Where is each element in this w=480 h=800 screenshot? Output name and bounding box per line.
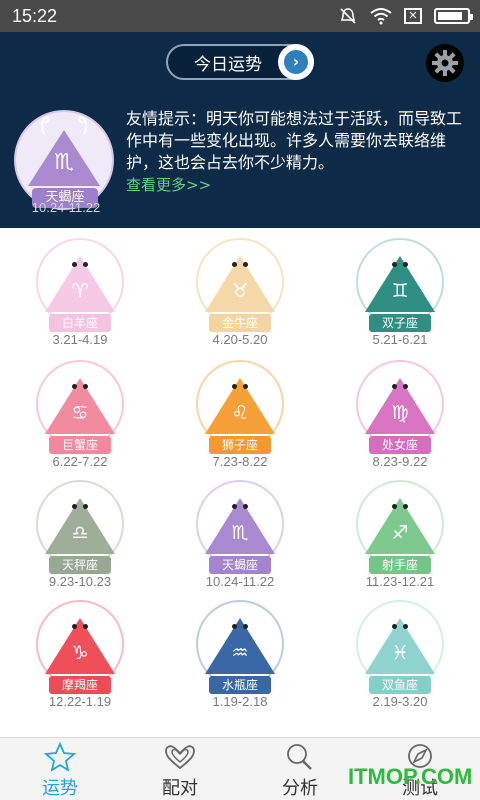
zodiac-face [68,382,92,392]
featured-sign-dates: 10.24-11.22 [31,200,101,215]
hearts-icon [165,745,195,770]
today-fortune-label: 今日运势 [194,54,262,75]
zodiac-glyph: ♉ [231,280,249,302]
zodiac-dates: 3.21-4.19 [52,332,108,347]
zodiac-name: 处女座 [369,436,431,454]
settings-button[interactable] [426,44,464,82]
zodiac-dates: 9.23-10.23 [48,574,112,589]
header-panel: 今日运势 › ♏ 天蝎座 10.24-11.22 友情提示：明天你可能想法过于活… [0,32,480,228]
zodiac-cell[interactable]: ♌ 狮子座 7.23-8.22 [185,356,295,476]
zodiac-dates: 5.21-6.21 [372,332,428,347]
zodiac-cell[interactable]: ♎ 天秤座 9.23-10.23 [25,476,135,596]
zodiac-cell[interactable]: ♏ 天蝎座 10.24-11.22 [185,476,295,596]
zodiac-glyph: ♐ [391,522,409,544]
zodiac-cell[interactable]: ♓ 双鱼座 2.19-3.20 [345,596,455,716]
zodiac-cell[interactable]: ♒ 水瓶座 1.19-2.18 [185,596,295,716]
zodiac-face [68,502,92,512]
zodiac-dates: 4.20-5.20 [212,332,268,347]
zodiac-name: 双子座 [369,314,431,332]
zodiac-glyph: ♏ [231,522,249,544]
zodiac-grid: ♈ 白羊座 3.21-4.19 ♉ 金牛座 4.20-5.20 ♊ 双子座 5.21-6.21 ♋… [0,228,480,736]
zodiac-face [388,622,412,632]
battery-icon [434,8,473,24]
nav-analysis-label: 分析 [282,778,318,799]
sim-icon: ✕ [404,8,422,24]
zodiac-cell[interactable]: ♍ 处女座 8.23-9.22 [345,356,455,476]
zodiac-cell[interactable]: ♑ 摩羯座 12.22-1.19 [25,596,135,716]
star-icon [43,742,77,772]
zodiac-face [68,260,92,270]
zodiac-face [388,382,412,392]
fortune-tip: 友情提示：明天你可能想法过于活跃，而导致工作中有一些变化出现。许多人需要你去联络… [126,109,463,172]
zodiac-dates: 12.22-1.19 [48,694,112,709]
zodiac-dates: 2.19-3.20 [372,694,428,709]
zodiac-cell[interactable]: ♉ 金牛座 4.20-5.20 [185,234,295,354]
zodiac-dates: 7.23-8.22 [212,454,268,469]
wifi-icon [370,8,392,25]
zodiac-name: 狮子座 [209,436,271,454]
zodiac-glyph: ♍ [391,402,409,424]
zodiac-glyph: ♓ [391,642,409,664]
zodiac-name: 双鱼座 [369,676,431,694]
featured-sign-glyph: ♏ [54,150,74,175]
zodiac-cell[interactable]: ♐ 射手座 11.23-12.21 [345,476,455,596]
zodiac-face [388,502,412,512]
zodiac-name: 巨蟹座 [49,436,111,454]
nav-match[interactable]: 配对 [120,738,240,800]
zodiac-dates: 8.23-9.22 [372,454,428,469]
battery-fill [438,12,462,20]
zodiac-dates: 11.23-12.21 [365,574,435,589]
zodiac-glyph: ♑ [71,642,89,664]
zodiac-glyph: ♊ [391,280,409,302]
zodiac-face [228,260,252,270]
zodiac-glyph: ♋ [71,402,89,424]
zodiac-dates: 6.22-7.22 [52,454,108,469]
watermark-text: ITMOP.COM [348,764,473,789]
zodiac-dates: 1.19-2.18 [212,694,268,709]
signal-muted-icon [340,8,356,24]
zodiac-cell[interactable]: ♊ 双子座 5.21-6.21 [345,234,455,354]
today-fortune-button[interactable]: 今日运势 › [166,44,314,80]
zodiac-dates: 10.24-11.22 [205,574,275,589]
zodiac-name: 天蝎座 [209,556,271,574]
nav-analysis[interactable]: 分析 [240,738,360,800]
status-time: 15:22 [12,6,58,26]
status-icons: ✕ [338,6,473,26]
zodiac-name: 金牛座 [209,314,271,332]
nav-fortune-label: 运势 [42,778,78,799]
zodiac-face [228,382,252,392]
zodiac-name: 射手座 [369,556,431,574]
zodiac-cell[interactable]: ♈ 白羊座 3.21-4.19 [25,234,135,354]
zodiac-face [228,502,252,512]
see-more-link[interactable]: 查看更多>> [126,174,211,195]
magnifier-icon [287,744,312,770]
nav-match-label: 配对 [162,778,198,799]
zodiac-face [388,260,412,270]
zodiac-name: 天秤座 [49,556,111,574]
zodiac-face [68,622,92,632]
zodiac-glyph: ♎ [71,522,89,544]
gear-icon [432,50,458,76]
zodiac-face [228,622,252,632]
zodiac-cell[interactable]: ♋ 巨蟹座 6.22-7.22 [25,356,135,476]
zodiac-name: 摩羯座 [49,676,111,694]
zodiac-name: 水瓶座 [209,676,271,694]
zodiac-glyph: ♌ [231,402,249,424]
chevron-right-icon[interactable]: › [278,44,314,80]
nav-fortune[interactable]: 运势 [0,738,120,800]
status-bar: 15:22 ✕ [0,0,480,32]
zodiac-glyph: ♒ [231,642,249,664]
zodiac-glyph: ♈ [71,280,89,302]
zodiac-name: 白羊座 [49,314,111,332]
